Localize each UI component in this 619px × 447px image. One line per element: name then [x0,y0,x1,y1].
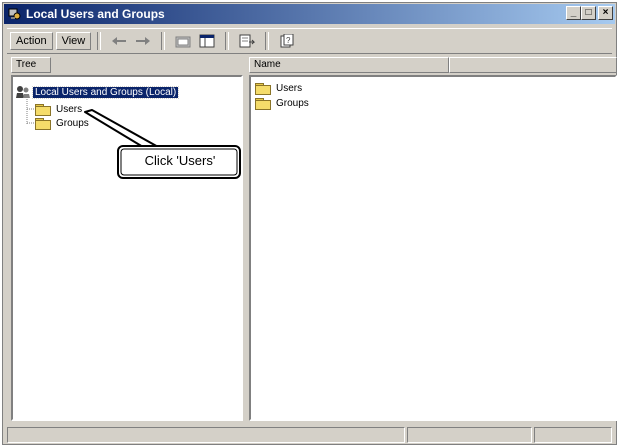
title-bar[interactable]: Local Users and Groups _ □ × [4,4,615,24]
toolbar-separator [97,32,102,50]
toolbar-separator [225,32,230,50]
status-cell [533,427,612,443]
tree-header[interactable]: Tree [11,57,51,73]
help-icon[interactable]: ? [278,33,296,49]
list-item[interactable]: Users [255,81,304,95]
show-hide-tree-icon[interactable] [198,33,216,49]
close-button[interactable]: × [598,6,613,20]
forward-arrow-icon[interactable] [134,33,152,49]
tree-item-label[interactable]: Groups [54,118,91,129]
users-groups-icon [15,85,31,99]
up-folder-icon[interactable] [174,33,192,49]
tree-pane: Local Users and Groups (Local) Users Gro… [11,75,243,421]
list-item[interactable]: Groups [255,96,311,110]
status-bar [7,427,612,443]
window-controls: _ □ × [566,6,613,20]
status-cell [407,427,532,443]
column-header-empty[interactable] [449,57,617,73]
tree-item-users[interactable]: Users [35,102,84,116]
back-arrow-icon[interactable] [110,33,128,49]
minimize-button[interactable]: _ [566,6,581,20]
svg-text:?: ? [286,36,291,45]
callout-text: Click 'Users' [144,153,216,168]
folder-icon [255,82,271,95]
tree-root-label[interactable]: Local Users and Groups (Local) [31,85,180,99]
computer-management-icon [8,7,22,21]
toolbar: Action View ? [7,28,612,54]
list-item-label[interactable]: Groups [274,98,311,109]
toolbar-separator [161,32,166,50]
tree-item-groups[interactable]: Groups [35,116,91,130]
maximize-button[interactable]: □ [581,6,596,20]
view-menu[interactable]: View [55,32,92,50]
export-list-icon[interactable] [238,33,256,49]
status-cell [7,427,405,443]
action-menu[interactable]: Action [10,32,53,50]
folder-icon [255,97,271,110]
tree-item-label[interactable]: Users [54,104,84,115]
name-column-header[interactable]: Name [249,57,449,73]
folder-icon [35,103,51,116]
toolbar-separator [265,32,270,50]
folder-icon [35,117,51,130]
window-title: Local Users and Groups [26,7,165,21]
list-item-label[interactable]: Users [274,83,304,94]
mmc-window: Local Users and Groups _ □ × Action View [2,2,617,445]
tree-root[interactable]: Local Users and Groups (Local) [15,85,180,99]
details-pane: Users Groups [249,75,617,421]
